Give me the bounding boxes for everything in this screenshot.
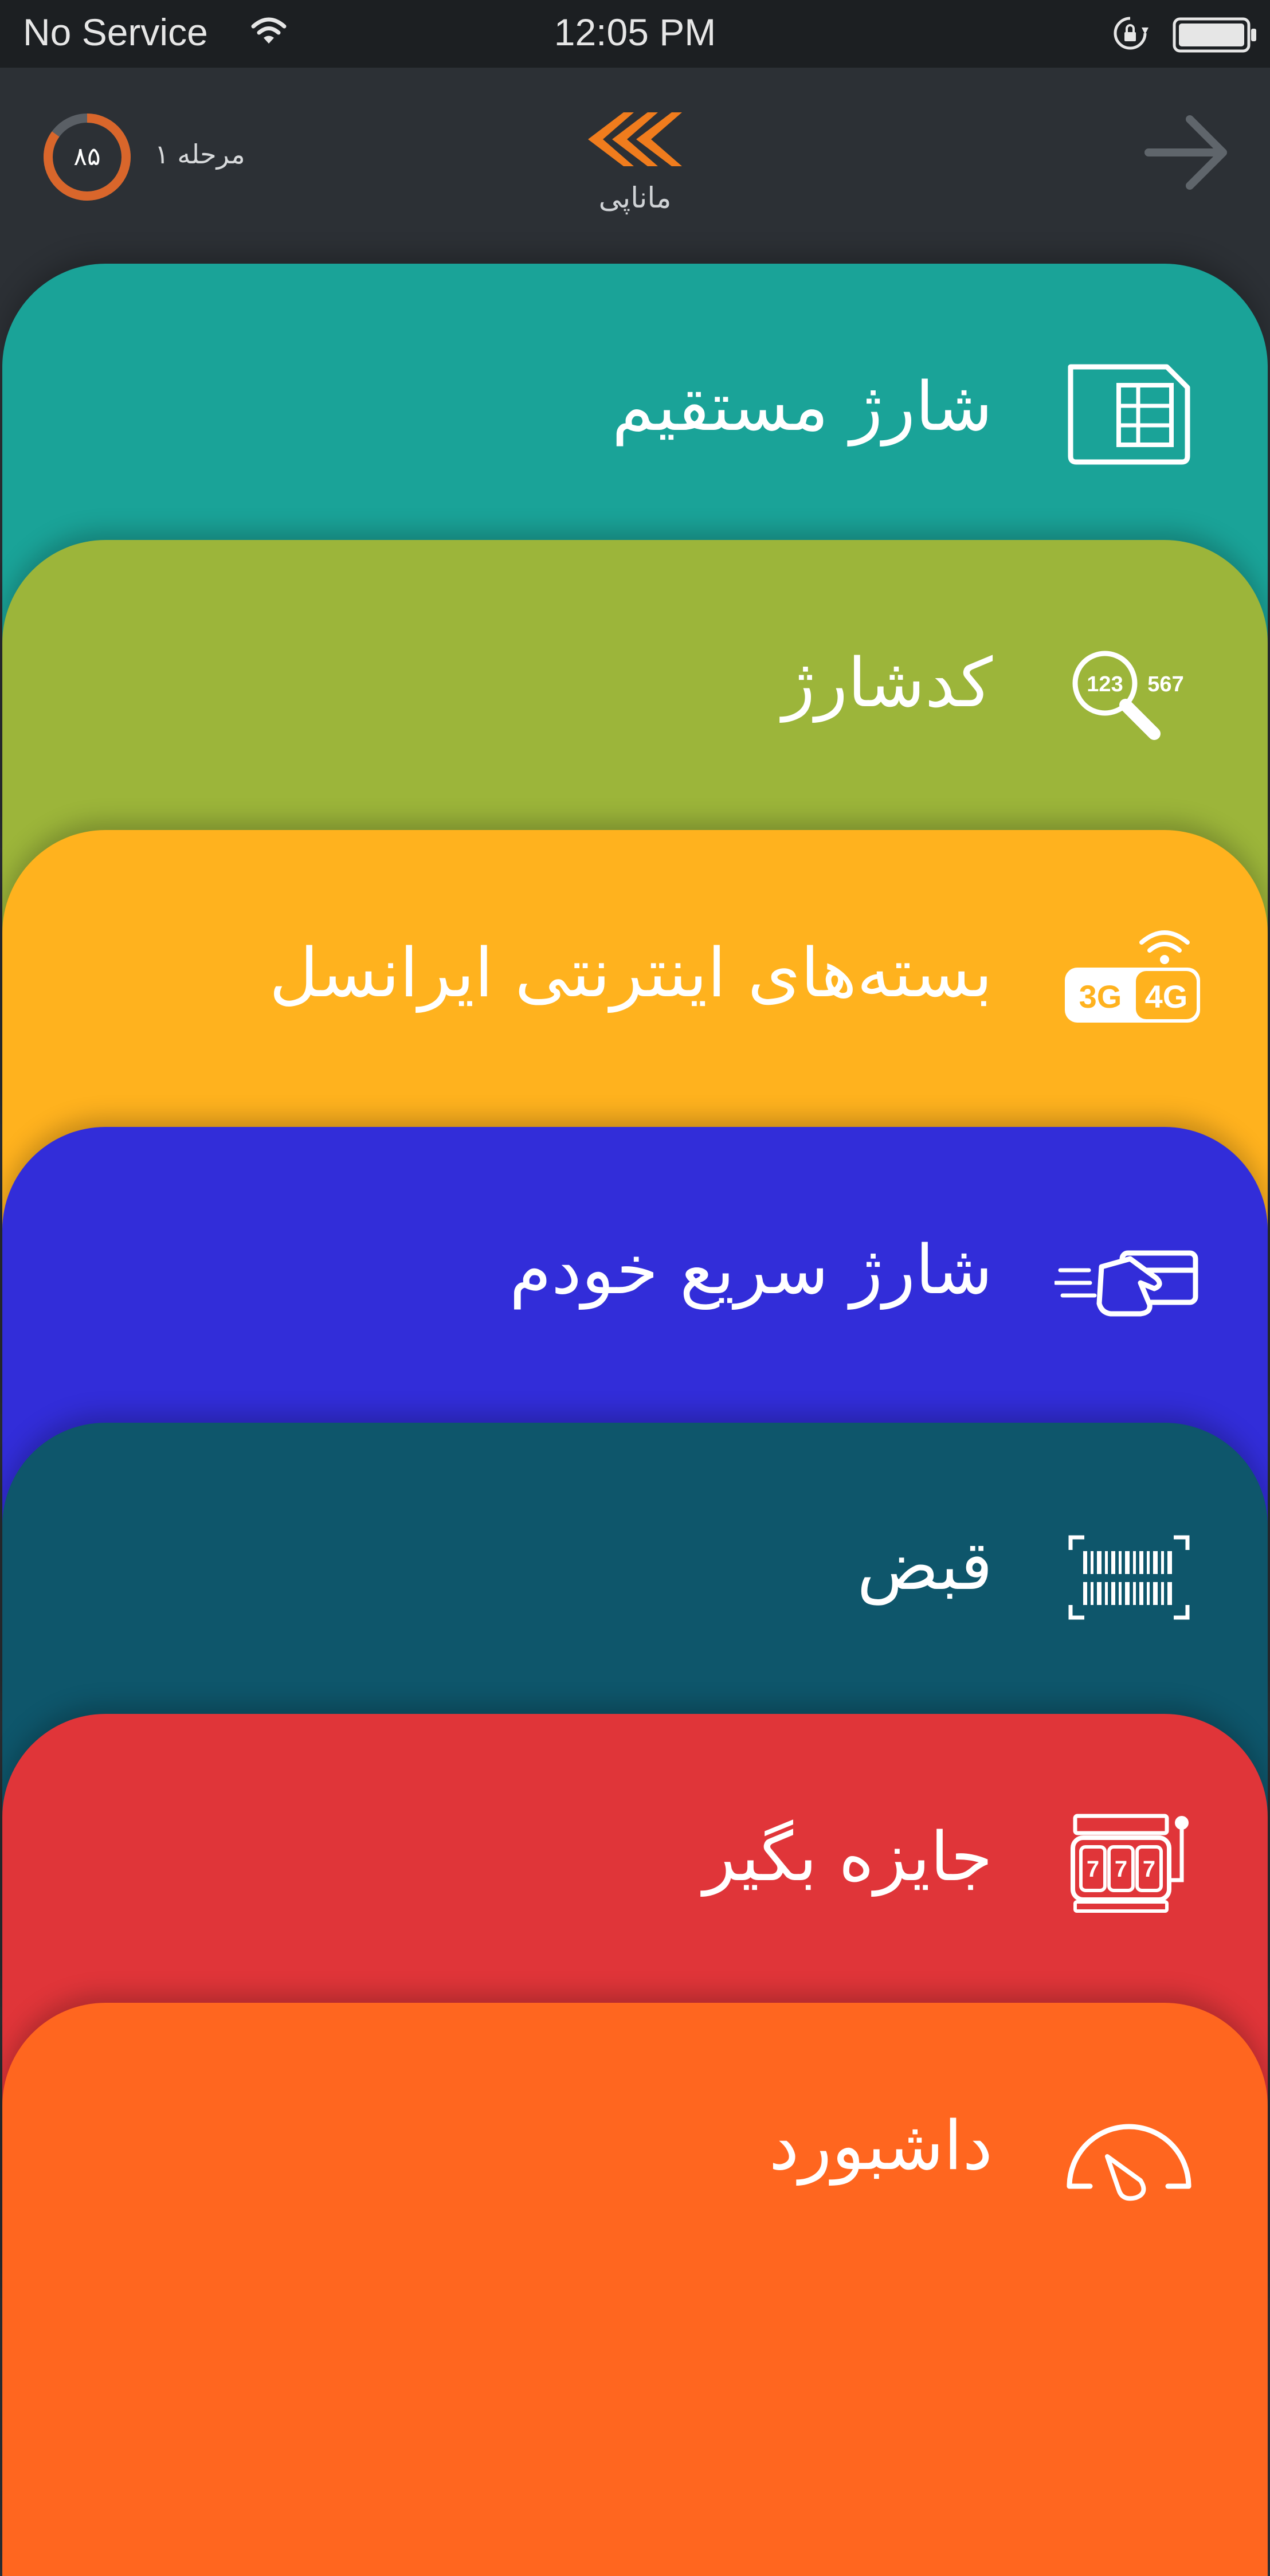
rotation-lock-icon: [1112, 15, 1149, 54]
app-header: ۸۵ مرحله ۱ ماناپی: [0, 68, 1270, 265]
barcode-scan-icon: [1055, 1503, 1204, 1641]
dashboard-gauge-icon: [1055, 2083, 1204, 2221]
svg-text:4G: 4G: [1145, 978, 1188, 1015]
svg-text:567: 567: [1147, 672, 1183, 696]
slot-machine-icon: 7 7 7: [1055, 1794, 1204, 1932]
svg-text:123: 123: [1087, 672, 1123, 696]
battery-icon: [1173, 17, 1259, 55]
manapay-logo-icon: [583, 108, 687, 173]
app-name: ماناپی: [598, 181, 672, 214]
card-label: قبض: [857, 1526, 993, 1605]
level-label: مرحله ۱: [155, 139, 245, 170]
fast-card-payment-icon: [1053, 1207, 1204, 1345]
svg-text:7: 7: [1087, 1857, 1099, 1882]
card-label: شارژ سریع خودم: [509, 1230, 993, 1309]
card-label: کدشارژ: [782, 643, 993, 722]
charge-code-search-icon: 123 567: [1055, 620, 1204, 758]
sim-card-icon: [1055, 344, 1204, 481]
card-label: داشبورد: [769, 2106, 993, 2185]
clock: 12:05 PM: [554, 11, 716, 53]
3g-4g-internet-icon: 3G 4G: [1055, 910, 1204, 1048]
card-label: بسته‌های اینترنتی ایرانسل: [269, 933, 993, 1012]
arrow-right-icon[interactable]: [1144, 112, 1230, 195]
svg-text:7: 7: [1143, 1857, 1155, 1882]
card-label: جایزه بگیر: [703, 1817, 993, 1896]
card-dashboard[interactable]: داشبورد: [2, 2003, 1268, 2576]
card-label: شارژ مستقیم: [612, 367, 993, 446]
svg-text:3G: 3G: [1079, 978, 1122, 1015]
svg-text:7: 7: [1115, 1857, 1127, 1882]
status-bar: No Service 12:05 PM: [0, 0, 1270, 68]
